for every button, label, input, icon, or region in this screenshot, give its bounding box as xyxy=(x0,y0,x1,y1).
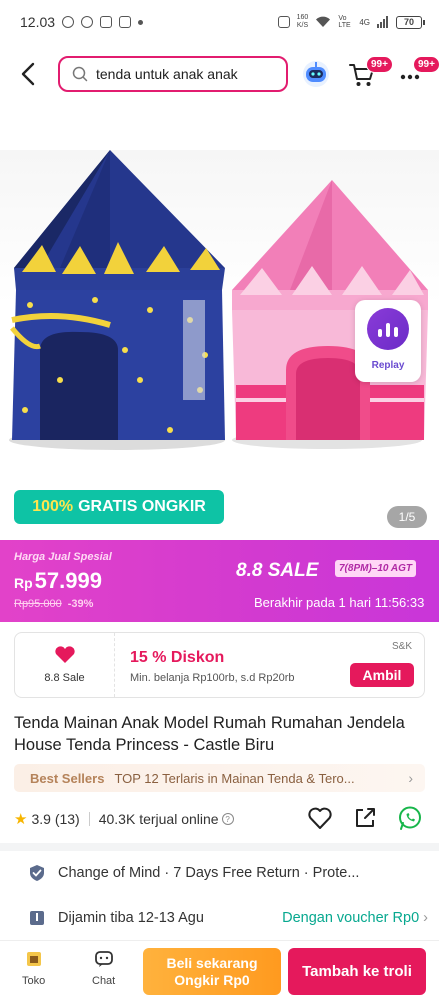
discount-percent: -39% xyxy=(67,598,94,610)
signal-bars-icon xyxy=(377,16,388,28)
status-right: 160 K/S Vo LTE 4G 70 xyxy=(277,14,425,30)
chevron-right-icon: › xyxy=(408,770,413,786)
section-divider xyxy=(0,843,439,851)
product-title: Tenda Mainan Anak Model Rumah Rumahan Je… xyxy=(14,714,405,754)
terms-link[interactable]: S&K xyxy=(392,641,412,652)
chat-icon xyxy=(94,951,113,967)
clock: 12.03 xyxy=(20,14,56,30)
battery-level: 70 xyxy=(396,15,422,29)
coupon-title: 15 % Diskon xyxy=(130,649,225,666)
best-seller-banner[interactable]: Best Sellers TOP 12 Terlaris in Mainan T… xyxy=(14,764,425,792)
buy-now-shipping: Ongkir Rp0 xyxy=(174,971,250,988)
info-icon[interactable]: ? xyxy=(221,813,234,825)
price-value: 57.999 xyxy=(34,568,102,593)
delivery-row[interactable]: Dijamin tiba 12-13 Agu Dengan voucher Rp… xyxy=(28,904,428,932)
app-notification-icon xyxy=(100,16,113,28)
original-price: Rp95.000 xyxy=(14,598,62,610)
whatsapp-notification-icon xyxy=(81,16,94,28)
top-header: 99+ 99+ xyxy=(0,52,439,98)
sale-time-tag: 7(8PM)–10 AGT xyxy=(335,560,416,577)
more-badge: 99+ xyxy=(413,56,439,73)
return-policy-row[interactable]: Change of Mind · 7 Days Free Return · Pr… xyxy=(28,859,428,887)
free-shipping-badge: 100% GRATIS ONGKIR xyxy=(14,490,224,524)
nfc-icon xyxy=(277,16,290,28)
delivery-box-icon xyxy=(30,911,44,925)
free-shipping-text: GRATIS ONGKIR xyxy=(78,498,206,515)
replay-label: Replay xyxy=(371,360,405,371)
more-notifications-dot-icon xyxy=(138,19,144,25)
network-speed-value: 160 xyxy=(296,14,309,21)
store-label: Toko xyxy=(22,975,46,987)
battery-tip xyxy=(423,19,425,25)
star-icon: ★ xyxy=(14,811,28,828)
coupon-card: 8.8 Sale 15 % Diskon Min. belanja Rp100r… xyxy=(14,632,425,698)
buy-now-button[interactable]: Beli sekarang Ongkir Rp0 xyxy=(143,948,281,995)
chevron-right-icon: › xyxy=(423,910,428,926)
store-icon xyxy=(26,952,41,966)
buy-now-label: Beli sekarang xyxy=(166,954,258,971)
shield-check-icon xyxy=(30,865,44,881)
wifi-icon xyxy=(316,16,331,27)
product-page: 12.03 160 K/S Vo LTE 4G 70 tenda untuk a… xyxy=(0,0,439,1000)
flash-sale-banner: Harga Jual Spesial Rp57.999 Rp95.000 -39%… xyxy=(0,540,439,622)
divider xyxy=(88,812,90,826)
status-left: 12.03 xyxy=(20,14,144,30)
whatsapp-icon[interactable] xyxy=(397,805,423,831)
heart-tag-icon xyxy=(54,646,75,663)
share-icon[interactable] xyxy=(352,805,378,831)
chat-button[interactable]: Chat xyxy=(92,949,115,987)
cart-badge: 99+ xyxy=(366,56,393,73)
volte-label: Vo LTE xyxy=(338,15,351,29)
image-pager: 1/5 xyxy=(387,506,427,528)
rating-count[interactable]: (13) xyxy=(55,811,80,827)
replay-button[interactable]: Replay xyxy=(355,300,421,382)
best-seller-tag: Best Sellers xyxy=(30,770,105,786)
delivery-text: Dijamin tiba 12-13 Agu xyxy=(58,910,204,926)
voucher-text: Dengan voucher Rp0 xyxy=(282,910,420,926)
sale-countdown: Berakhir pada 1 hari 11:56:33 xyxy=(254,595,425,610)
replay-chart-icon xyxy=(367,308,409,350)
sale-event-name: 8.8 SALE xyxy=(236,560,319,581)
chat-label: Chat xyxy=(92,975,116,987)
store-button[interactable]: Toko xyxy=(22,949,45,987)
return-policy-text: Change of Mind · 7 Days Free Return · Pr… xyxy=(58,865,360,881)
battery-indicator: 70 xyxy=(396,15,425,29)
assistant-robot-icon[interactable] xyxy=(301,58,331,88)
back-arrow-icon[interactable] xyxy=(16,61,42,87)
status-bar: 12.03 160 K/S Vo LTE 4G 70 xyxy=(0,0,439,44)
signal-type: 4G xyxy=(359,17,370,27)
original-price-row: Rp95.000 -39% xyxy=(14,598,93,610)
message-notification-icon xyxy=(62,16,75,28)
free-shipping-highlight: 100% xyxy=(32,498,74,515)
best-seller-text: TOP 12 Terlaris in Mainan Tenda & Tero..… xyxy=(114,770,355,786)
coupon-description: Min. belanja Rp100rb, s.d Rp20rb xyxy=(130,672,295,684)
claim-coupon-button[interactable]: Ambil xyxy=(350,663,414,687)
search-input[interactable] xyxy=(96,66,266,82)
search-icon xyxy=(72,66,88,82)
coupon-badge-label: 8.8 Sale xyxy=(44,672,85,684)
rating-value[interactable]: 3.9 xyxy=(31,811,50,827)
wishlist-heart-icon[interactable] xyxy=(307,805,333,831)
product-image-carousel[interactable]: Replay xyxy=(0,150,439,535)
bottom-action-bar: Toko Chat Beli sekarang Ongkir Rp0 Tamba… xyxy=(0,940,439,1000)
network-speed-unit: K/S xyxy=(296,22,309,29)
currency: Rp xyxy=(14,575,33,591)
coupon-badge: 8.8 Sale xyxy=(15,633,115,697)
sale-price: Rp57.999 xyxy=(14,568,102,594)
search-box[interactable] xyxy=(58,56,288,92)
add-to-cart-button[interactable]: Tambah ke troli xyxy=(288,948,426,995)
special-price-label: Harga Jual Spesial xyxy=(14,551,112,563)
network-speed: 160 K/S xyxy=(297,14,309,30)
instagram-notification-icon xyxy=(119,16,132,28)
sold-count: 40.3K terjual online xyxy=(98,811,219,827)
